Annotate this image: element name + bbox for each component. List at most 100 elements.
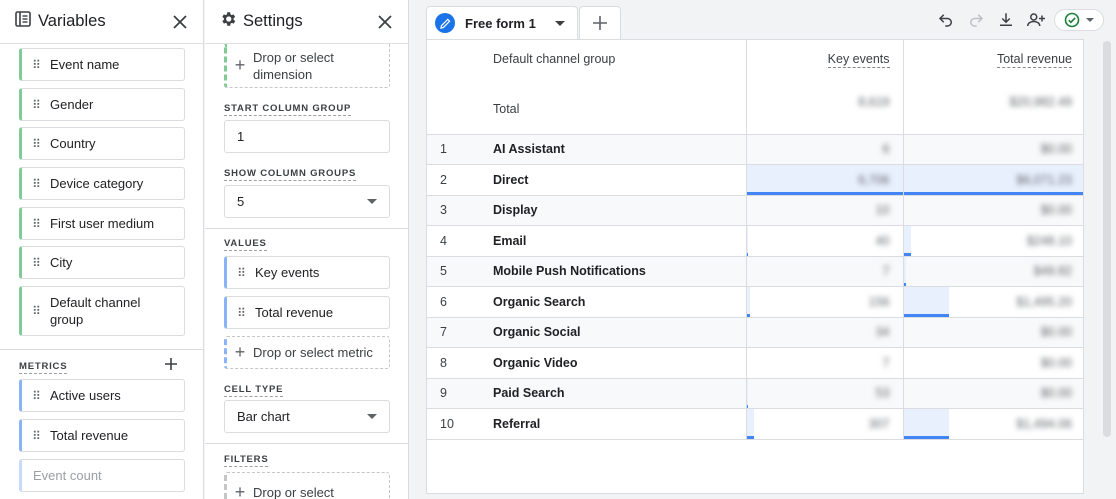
metrics-section-label: METRICS [19, 361, 68, 374]
show-column-groups-select[interactable]: 5 [224, 185, 390, 218]
row-dimension-value: Organic Social [493, 325, 581, 340]
total-revenue-value: $49.82 [1033, 264, 1072, 279]
table-row[interactable]: 10 Referral 307 $1,494.06 [427, 408, 1083, 439]
drag-handle-icon[interactable]: ⠿ [227, 266, 255, 280]
gear-icon [219, 10, 237, 33]
table-row[interactable]: 2 Direct 6,706 $6,071.23 [427, 164, 1083, 195]
close-icon[interactable] [374, 11, 396, 33]
status-button[interactable] [1054, 9, 1104, 31]
key-events-cell: 53 [745, 378, 903, 409]
row-dimension-value: Organic Search [493, 294, 586, 309]
total-revenue-cell: $1,494.06 [902, 408, 1083, 439]
drag-handle-icon[interactable]: ⠿ [22, 429, 50, 443]
scrollbar-thumb[interactable] [1103, 41, 1111, 437]
row-index: 10 [440, 416, 454, 431]
total-revenue-bar [903, 287, 949, 317]
drop-metric-target[interactable]: + Drop or select metric [224, 336, 390, 369]
tab-free-form-1[interactable]: Free form 1 [426, 6, 578, 39]
close-icon[interactable] [169, 11, 191, 33]
drop-dimension-target[interactable]: + Drop or select dimension [224, 44, 390, 88]
drag-handle-icon[interactable]: ⠿ [22, 256, 50, 270]
table-row[interactable]: 9 Paid Search 53 $0.00 [427, 378, 1083, 409]
settings-panel: Settings + Drop or select dimension START… [205, 0, 409, 499]
total-revenue-value: $1,494.06 [1016, 416, 1072, 431]
row-index: 8 [440, 355, 447, 370]
dimension-chip-gender[interactable]: ⠿ Gender [19, 88, 185, 121]
table-row[interactable]: 6 Organic Search 156 $1,495.20 [427, 286, 1083, 317]
value-chip-key-events[interactable]: ⠿ Key events [224, 256, 390, 289]
cell-type-value: Bar chart [237, 409, 290, 424]
dimension-chip-default-channel-group[interactable]: ⠿ Default channel group [19, 286, 185, 336]
table-row[interactable]: 5 Mobile Push Notifications 7 $49.82 [427, 256, 1083, 287]
table-row[interactable]: 7 Organic Social 34 $0.00 [427, 317, 1083, 348]
metric-chip-event-count[interactable]: Event count [19, 459, 185, 492]
value-chip-total-revenue[interactable]: ⠿ Total revenue [224, 296, 390, 329]
total-revenue-value: $1,495.20 [1016, 294, 1072, 309]
vertical-scrollbar[interactable] [1102, 39, 1112, 494]
dimension-chip-label: Country [50, 136, 96, 151]
variables-icon [14, 10, 32, 33]
exploration-editor: Variables ⠿ Event name ⠿ Gender ⠿ Country ⠿… [0, 0, 1116, 499]
download-icon[interactable] [994, 8, 1018, 32]
redo-icon[interactable] [964, 8, 988, 32]
metric-column-header-key-events[interactable]: Key events 8,619 [745, 40, 903, 135]
values-label: VALUES [224, 238, 267, 251]
dimension-chip-device-category[interactable]: ⠿ Device category [19, 167, 185, 200]
drag-handle-icon[interactable]: ⠿ [22, 389, 50, 403]
total-value-key-events: 8,619 [858, 95, 890, 109]
dimension-chip-first-user-medium[interactable]: ⠿ First user medium [19, 207, 185, 240]
value-chip-label: Total revenue [255, 305, 334, 320]
table-row[interactable]: 8 Organic Video 7 $0.00 [427, 347, 1083, 378]
dimension-chip-label: First user medium [50, 216, 155, 231]
drag-handle-icon[interactable]: ⠿ [22, 177, 50, 191]
total-revenue-value: $0.00 [1040, 325, 1072, 340]
share-user-icon[interactable] [1024, 8, 1048, 32]
drop-dimension-label: Drop or select dimension [253, 49, 334, 82]
table-row[interactable]: 4 Email 40 $248.10 [427, 225, 1083, 256]
show-column-groups-value: 5 [237, 194, 245, 209]
table-row[interactable]: 3 Display 10 $0.00 [427, 195, 1083, 226]
key-events-value: 7 [882, 355, 890, 370]
dimension-chip-event-name[interactable]: ⠿ Event name [19, 48, 185, 81]
metric-chip-label: Active users [50, 388, 121, 403]
drag-handle-icon[interactable]: ⠿ [22, 137, 50, 151]
add-tab-button[interactable] [579, 6, 621, 39]
total-revenue-cell: $6,071.23 [902, 164, 1083, 195]
table-row[interactable]: 1 AI Assistant 6 $0.00 [427, 134, 1083, 165]
key-events-value: 6,706 [858, 172, 890, 187]
add-metric-icon[interactable] [164, 357, 178, 376]
start-column-group-input[interactable]: 1 [224, 120, 390, 153]
key-events-value: 40 [875, 233, 890, 248]
variables-panel: Variables ⠿ Event name ⠿ Gender ⠿ Country ⠿… [0, 0, 204, 499]
tab-menu-caret-icon[interactable] [555, 20, 565, 26]
dimension-column-header[interactable]: Default channel group Total [485, 40, 746, 135]
metric-chip-label: Event count [33, 468, 102, 483]
drag-handle-icon[interactable]: ⠿ [22, 98, 50, 112]
drag-handle-icon[interactable]: ⠿ [22, 304, 50, 318]
metric-chip-total-revenue[interactable]: ⠿ Total revenue [19, 419, 185, 452]
row-dimension-value: Paid Search [493, 386, 565, 401]
dimension-chip-country[interactable]: ⠿ Country [19, 127, 185, 160]
key-events-cell: 6 [745, 134, 903, 165]
pencil-icon[interactable] [435, 13, 455, 33]
key-events-value: 156 [868, 294, 890, 309]
metric-chip-active-users[interactable]: ⠿ Active users [19, 379, 185, 412]
drop-filter-target[interactable]: + Drop or select [224, 472, 390, 499]
drag-handle-icon[interactable]: ⠿ [22, 217, 50, 231]
cell-type-label: CELL TYPE [224, 384, 284, 397]
row-index: 3 [440, 203, 447, 218]
metric-column-header-total-revenue[interactable]: Total revenue $20,982.49 [902, 40, 1083, 135]
row-dimension-value: Display [493, 203, 538, 218]
drop-filter-label: Drop or select [253, 484, 334, 499]
total-revenue-bar [903, 226, 911, 256]
undo-icon[interactable] [934, 8, 958, 32]
total-revenue-value: $6,071.23 [1016, 172, 1072, 187]
drag-handle-icon[interactable]: ⠿ [227, 306, 255, 320]
dimension-chip-city[interactable]: ⠿ City [19, 246, 185, 279]
row-index: 9 [440, 386, 447, 401]
variables-header: Variables [0, 0, 203, 44]
drag-handle-icon[interactable]: ⠿ [22, 58, 50, 72]
row-index: 4 [440, 233, 447, 248]
dimension-chip-label: City [50, 255, 73, 270]
cell-type-select[interactable]: Bar chart [224, 400, 390, 433]
